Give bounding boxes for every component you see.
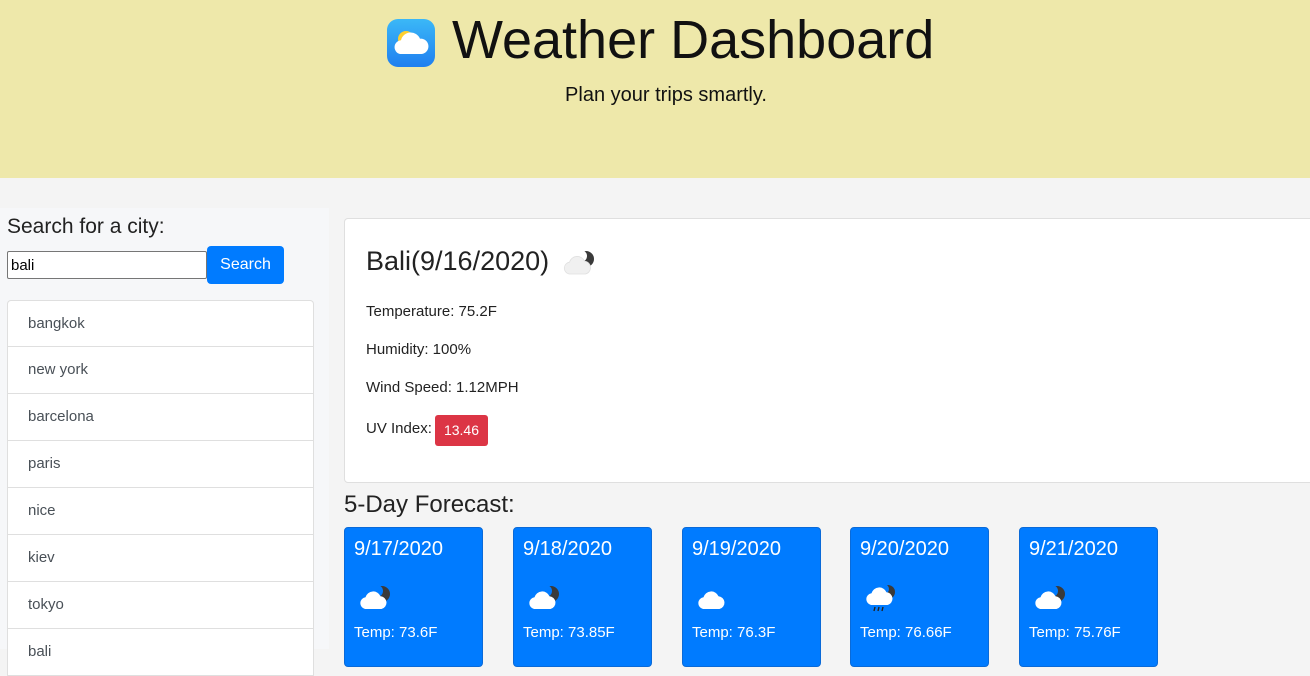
forecast-date: 9/19/2020 <box>692 538 781 560</box>
forecast-card: 9/20/2020 Temp: 76.66F <box>850 527 989 667</box>
search-label: Search for a city: <box>7 215 165 238</box>
partly-cloudy-night-icon <box>526 583 564 618</box>
forecast-title: 5-Day Forecast: <box>344 491 515 518</box>
page-subtitle: Plan your trips smartly. <box>565 84 767 106</box>
forecast-date: 9/18/2020 <box>523 538 612 560</box>
partly-cloudy-night-icon <box>561 248 599 283</box>
uv-index-label: UV Index: <box>366 420 432 437</box>
search-history-list: bangkok new york barcelona paris nice ki… <box>7 300 314 676</box>
current-humidity: Humidity: 100% <box>366 341 472 358</box>
history-item-tokyo[interactable]: tokyo <box>7 582 314 629</box>
forecast-date: 9/17/2020 <box>354 538 443 560</box>
cloud-icon <box>695 583 733 618</box>
uv-index-badge: 13.46 <box>435 415 488 446</box>
partly-cloudy-app-icon <box>387 19 435 67</box>
forecast-temp: Temp: 75.76F <box>1029 624 1121 641</box>
partly-cloudy-night-icon <box>1032 583 1070 618</box>
forecast-card: 9/19/2020 Temp: 76.3F <box>682 527 821 667</box>
forecast-card: 9/17/2020 Temp: 73.6F <box>344 527 483 667</box>
current-wind-speed: Wind Speed: 1.12MPH <box>366 379 519 396</box>
forecast-temp: Temp: 76.66F <box>860 624 952 641</box>
forecast-temp: Temp: 73.85F <box>523 624 615 641</box>
history-item-bali[interactable]: bali <box>7 629 314 676</box>
history-item-paris[interactable]: paris <box>7 441 314 488</box>
history-item-barcelona[interactable]: barcelona <box>7 394 314 441</box>
forecast-date: 9/21/2020 <box>1029 538 1118 560</box>
forecast-card: 9/18/2020 Temp: 73.85F <box>513 527 652 667</box>
page-title: Weather Dashboard <box>452 10 935 70</box>
partly-cloudy-night-icon <box>357 583 395 618</box>
rain-cloud-night-icon <box>863 583 901 618</box>
history-item-kiev[interactable]: kiev <box>7 535 314 582</box>
current-city-title: Bali(9/16/2020) <box>366 246 550 276</box>
current-temperature: Temperature: 75.2F <box>366 303 497 320</box>
search-button[interactable]: Search <box>207 246 284 284</box>
forecast-date: 9/20/2020 <box>860 538 949 560</box>
history-item-new-york[interactable]: new york <box>7 347 314 394</box>
history-item-nice[interactable]: nice <box>7 488 314 535</box>
forecast-temp: Temp: 73.6F <box>354 624 438 641</box>
history-item-bangkok[interactable]: bangkok <box>7 300 314 347</box>
forecast-card: 9/21/2020 Temp: 75.76F <box>1019 527 1158 667</box>
forecast-temp: Temp: 76.3F <box>692 624 776 641</box>
search-input[interactable] <box>7 251 207 279</box>
